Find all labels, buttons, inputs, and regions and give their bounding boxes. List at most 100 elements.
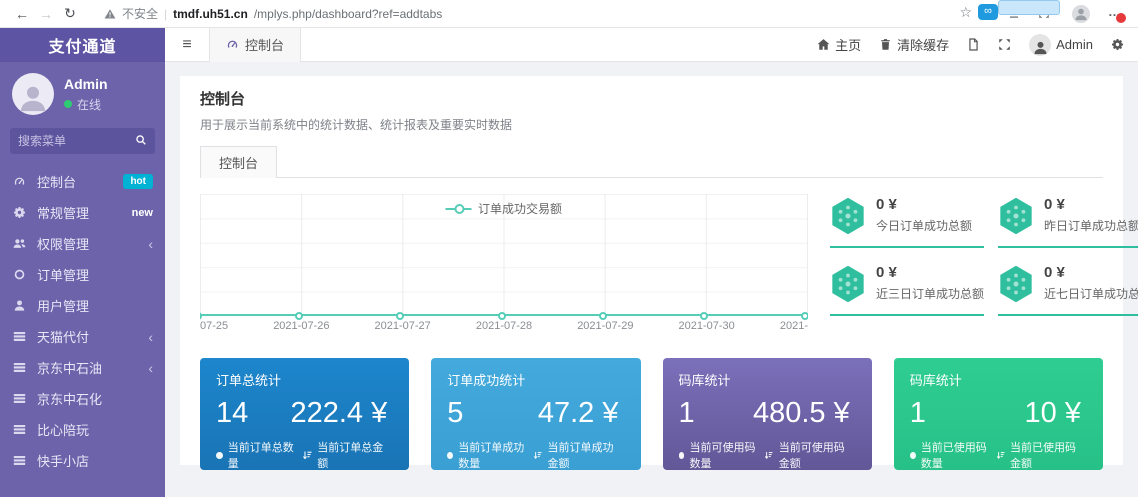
circle-icon xyxy=(216,452,223,459)
sidebar-item-orders[interactable]: 订单管理 xyxy=(0,259,165,290)
user-name: Admin xyxy=(64,76,108,92)
sort-amount-icon xyxy=(302,450,313,461)
stat-card-orders-total: 订单总统计 14 222.4 ¥ 当前订单总数量 当前订单总金额 xyxy=(200,358,409,470)
hexagon-icon xyxy=(998,264,1034,304)
sidebar-toggle[interactable]: ≡ xyxy=(165,36,209,54)
sidebar-item-kuaishou[interactable]: 快手小店 xyxy=(0,445,165,476)
nav-tab-dashboard[interactable]: 控制台 xyxy=(209,28,301,62)
home-label: 主页 xyxy=(835,35,861,54)
browser-refresh-button[interactable]: ↻ xyxy=(58,5,82,22)
new-badge: new xyxy=(132,207,153,219)
online-status-dot xyxy=(64,100,72,108)
security-label: 不安全 xyxy=(122,5,158,22)
card-title: 码库统计 xyxy=(910,370,1087,389)
menu-search-input[interactable] xyxy=(18,134,129,148)
list-icon xyxy=(12,453,27,468)
file-button[interactable] xyxy=(967,38,980,51)
circle-icon xyxy=(447,452,453,459)
clear-cache-label: 清除缓存 xyxy=(897,35,949,54)
cogs-icon xyxy=(1111,38,1124,51)
notification-badge xyxy=(1116,13,1126,23)
list-icon xyxy=(12,391,27,406)
stat-label: 昨日订单成功总额 xyxy=(1044,217,1138,234)
navbar-user[interactable]: Admin xyxy=(1029,34,1093,56)
trash-icon xyxy=(879,38,892,51)
cogs-icon xyxy=(12,205,27,220)
menu-search-box xyxy=(10,128,155,154)
security-warning-icon xyxy=(104,8,116,20)
url-host: tmdf.uh51.cn xyxy=(173,7,248,21)
mini-stat-7days: 0 ¥ 近七日订单成功总额 xyxy=(998,264,1138,316)
sidebar-item-label: 天猫代付 xyxy=(37,327,89,346)
address-bar[interactable]: 不安全 | tmdf.uh51.cn/mplys.php/dashboard?r… xyxy=(104,5,442,22)
brand-title[interactable]: 支付通道 xyxy=(0,28,165,62)
extension-tooltip xyxy=(998,0,1060,15)
browser-profile-avatar[interactable] xyxy=(1072,5,1090,23)
search-icon[interactable] xyxy=(129,134,153,148)
user-panel: Admin 在线 xyxy=(0,62,165,124)
card-amount-label: 当前可使用码金额 xyxy=(779,439,854,471)
card-amount: 47.2 ¥ xyxy=(538,397,619,430)
navbar-avatar xyxy=(1029,34,1051,56)
stat-value: 0 ¥ xyxy=(1044,196,1138,213)
stat-card-codes-available: 码库统计 1 480.5 ¥ 当前可使用码数量 当前可使用码金额 xyxy=(663,358,872,470)
card-amount: 480.5 ¥ xyxy=(753,397,850,430)
x-axis-label: 2021-07-30 xyxy=(679,320,735,332)
sidebar-item-label: 用户管理 xyxy=(37,296,89,315)
sidebar-item-permissions[interactable]: 权限管理 ‹ xyxy=(0,228,165,259)
fullscreen-button[interactable] xyxy=(998,38,1011,51)
sidebar-item-users[interactable]: 用户管理 xyxy=(0,290,165,321)
sidebar-item-general[interactable]: 常规管理 new xyxy=(0,197,165,228)
sidebar-item-jd-sinopec[interactable]: 京东中石化 xyxy=(0,383,165,414)
favorites-star-icon[interactable]: ☆ xyxy=(959,4,972,21)
stat-value: 0 ¥ xyxy=(876,264,984,281)
online-status-label: 在线 xyxy=(77,96,101,113)
card-count-label: 当前已使用码数量 xyxy=(921,439,996,471)
clear-cache-button[interactable]: 清除缓存 xyxy=(879,35,949,54)
circle-o-icon xyxy=(12,267,27,282)
user-icon xyxy=(12,298,27,313)
user-avatar[interactable] xyxy=(12,73,54,115)
x-axis-label: 2021-07-25 xyxy=(200,320,228,332)
expand-arrows-icon xyxy=(998,38,1011,51)
mini-stat-yesterday: 0 ¥ 昨日订单成功总额 xyxy=(998,196,1138,248)
sidebar-item-label: 京东中石油 xyxy=(37,358,102,377)
card-count-label: 当前订单成功数量 xyxy=(458,439,533,471)
card-count: 14 xyxy=(216,397,248,430)
chart-legend[interactable]: 订单成功交易额 xyxy=(445,200,562,217)
sidebar-item-jd-petrochina[interactable]: 京东中石油 ‹ xyxy=(0,352,165,383)
panel-tabs: 控制台 xyxy=(200,146,1103,178)
legend-label: 订单成功交易额 xyxy=(478,200,562,217)
x-axis-label: 2021-07-28 xyxy=(476,320,532,332)
sidebar-item-label: 比心陪玩 xyxy=(37,420,89,439)
card-title: 订单成功统计 xyxy=(447,370,624,389)
settings-gear-button[interactable] xyxy=(1111,38,1124,51)
chart-marker xyxy=(599,312,607,320)
sidebar-item-tmall[interactable]: 天猫代付 ‹ xyxy=(0,321,165,352)
tab-dashboard[interactable]: 控制台 xyxy=(200,146,277,178)
card-amount: 10 ¥ xyxy=(1025,397,1081,430)
home-link[interactable]: 主页 xyxy=(817,35,861,54)
chart-x-axis: 2021-07-25 2021-07-26 2021-07-27 2021-07… xyxy=(200,320,808,336)
browser-forward-button[interactable]: → xyxy=(34,6,58,22)
sidebar-menu: 控制台 hot 常规管理 new 权限管理 ‹ 订单管理 用户管理 xyxy=(0,162,165,497)
chart-marker xyxy=(498,312,506,320)
card-count-label: 当前订单总数量 xyxy=(228,439,302,471)
chevron-left-icon: ‹ xyxy=(148,237,153,251)
sidebar-item-bixin[interactable]: 比心陪玩 xyxy=(0,414,165,445)
sidebar-item-dashboard[interactable]: 控制台 hot xyxy=(0,166,165,197)
sort-amount-icon xyxy=(996,450,1005,461)
hexagon-icon xyxy=(830,196,866,236)
card-amount: 222.4 ¥ xyxy=(290,397,387,430)
browser-back-button[interactable]: ← xyxy=(10,6,34,22)
sidebar-item-label: 订单管理 xyxy=(37,265,89,284)
mini-stat-3days: 0 ¥ 近三日订单成功总额 xyxy=(830,264,984,316)
sidebar: 支付通道 Admin 在线 控制台 hot 常规管理 new xyxy=(0,28,165,497)
url-path: /mplys.php/dashboard?ref=addtabs xyxy=(254,7,442,21)
sort-amount-icon xyxy=(533,450,542,461)
hexagon-icon xyxy=(830,264,866,304)
page-title: 控制台 xyxy=(200,88,1103,109)
extension-icon[interactable]: ∞ xyxy=(978,4,998,20)
hot-badge: hot xyxy=(123,174,153,189)
chart-marker xyxy=(801,312,808,320)
